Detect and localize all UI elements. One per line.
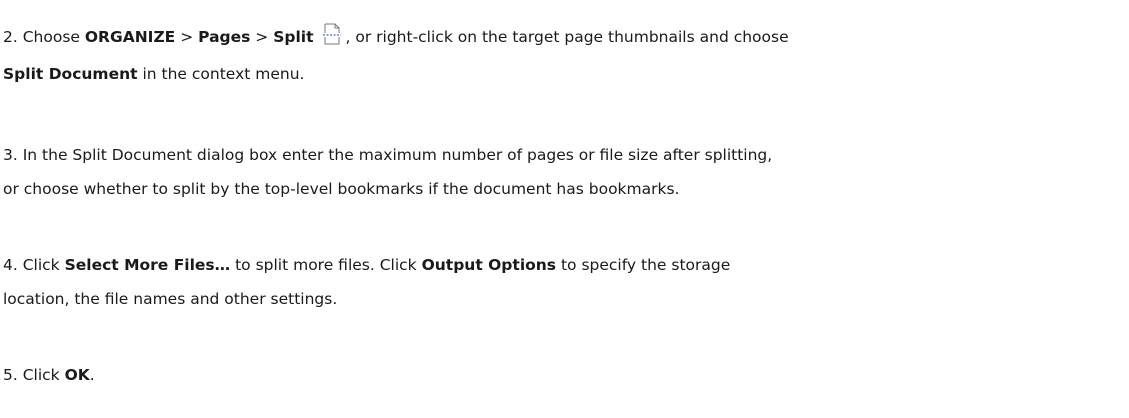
step-2: 2. Choose ORGANIZE > Pages > Split , or … — [3, 19, 789, 93]
step-2-tail: in the context menu. — [137, 65, 305, 83]
select-more-files-label: Select More Files… — [64, 256, 231, 274]
step-5-line-1: 5. Click OK. — [3, 357, 95, 394]
ok-label: OK — [64, 366, 90, 384]
step-4-mid: to split more files. Click — [230, 256, 422, 274]
step-3-line-2: or choose whether to split by the top-le… — [3, 180, 680, 198]
step-3: 3. In the Split Document dialog box ente… — [3, 137, 772, 205]
separator: > — [250, 28, 274, 46]
output-options-label: Output Options — [421, 256, 557, 274]
step-4-line-1: 4. Click Select More Files… to split mor… — [3, 247, 730, 281]
menu-pages: Pages — [198, 28, 251, 46]
step-2-lead: 2. Choose — [3, 28, 85, 46]
step-2-line-2: Split Document in the context menu. — [3, 56, 789, 93]
split-page-icon — [322, 22, 342, 45]
menu-item-split-document: Split Document — [3, 65, 138, 83]
step-5-lead: 5. Click — [3, 366, 65, 384]
step-4-lead: 4. Click — [3, 256, 65, 274]
step-4: 4. Click Select More Files… to split mor… — [3, 247, 730, 315]
separator: > — [175, 28, 199, 46]
step-2-after-icon: , or right-click on the target page thum… — [345, 28, 789, 46]
step-4-tail: to specify the storage — [556, 256, 731, 274]
step-5-tail: . — [89, 366, 95, 384]
step-5: 5. Click OK. — [3, 357, 95, 394]
step-4-line-2: location, the file names and other setti… — [3, 290, 338, 308]
menu-split: Split — [273, 28, 314, 46]
step-3-line-1: 3. In the Split Document dialog box ente… — [3, 146, 773, 164]
menu-organize: ORGANIZE — [84, 28, 176, 46]
step-2-line-1: 2. Choose ORGANIZE > Pages > Split , or … — [3, 19, 789, 56]
